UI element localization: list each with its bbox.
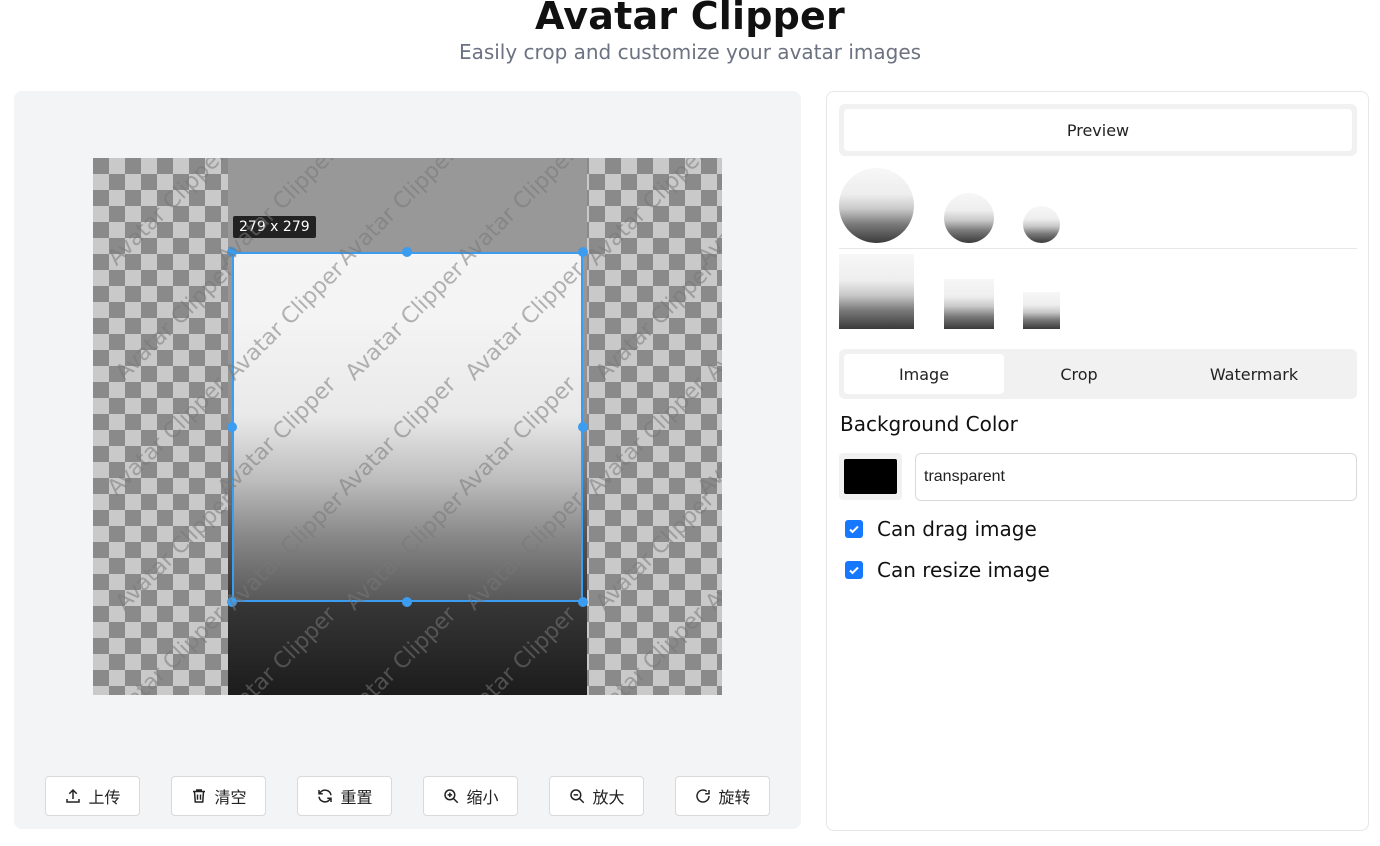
crop-handle-w[interactable] xyxy=(227,422,237,432)
tab-crop[interactable]: Crop xyxy=(1009,354,1149,394)
upload-icon xyxy=(66,788,81,803)
crop-handle-se[interactable] xyxy=(578,597,588,607)
crop-box-image xyxy=(234,254,581,600)
settings-panel: Preview Image Crop Watermark Background … xyxy=(826,91,1369,831)
upload-button[interactable]: 上传 xyxy=(45,776,140,816)
clear-button-label: 清空 xyxy=(214,788,247,807)
zoom-out-button[interactable]: 放大 xyxy=(549,776,644,816)
zoom-in-icon xyxy=(444,789,459,804)
zoom-in-button[interactable]: 缩小 xyxy=(423,776,518,816)
watermark-text: Avatar Clipper xyxy=(583,602,712,695)
preview-circle-medium xyxy=(944,193,994,243)
crop-size-label: 279 x 279 xyxy=(233,216,316,238)
crop-handle-ne[interactable] xyxy=(578,247,588,257)
crop-handle-sw[interactable] xyxy=(227,597,237,607)
tab-image[interactable]: Image xyxy=(844,354,1004,394)
upload-button-label: 上传 xyxy=(88,788,121,807)
reset-button[interactable]: 重置 xyxy=(297,776,392,816)
watermark-text: Avatar Clipper xyxy=(103,158,232,271)
tab-preview[interactable]: Preview xyxy=(844,109,1352,151)
watermark-text: Avatar Clipper xyxy=(111,257,240,386)
watermark-text: Avatar Clipper xyxy=(701,487,722,616)
preview-square-large xyxy=(839,254,914,329)
rotate-icon xyxy=(696,789,711,803)
preview-square-medium xyxy=(944,279,994,329)
preview-divider xyxy=(839,248,1357,249)
reset-button-label: 重置 xyxy=(340,788,373,807)
preview-tabbar: Preview xyxy=(839,104,1357,156)
watermark-text: Avatar Clipper xyxy=(583,372,712,501)
page-title: Avatar Clipper xyxy=(535,0,845,38)
zoom-in-button-label: 缩小 xyxy=(466,788,499,807)
rotate-button-label: 旋转 xyxy=(718,788,751,807)
watermark-text: Avatar Clipper xyxy=(701,257,722,386)
color-swatch xyxy=(844,459,897,494)
editor-toolbar: 上传 清空 重置 缩小 放大 旋转 xyxy=(45,776,771,816)
can-resize-checkbox-row[interactable]: Can resize image xyxy=(845,558,1050,582)
refresh-icon xyxy=(318,789,333,803)
crop-canvas[interactable]: 279 x 279 Avatar Clipper Avatar Clipper Av… xyxy=(93,158,722,695)
watermark-text: Avatar Clipper xyxy=(111,487,240,616)
watermark-text: Avatar Clipper xyxy=(693,602,722,695)
watermark-text: Avatar Clipper xyxy=(591,487,720,616)
watermark-text: Avatar Clipper xyxy=(583,158,712,271)
settings-tabbar: Image Crop Watermark xyxy=(839,349,1357,399)
editor-panel: 279 x 279 Avatar Clipper Avatar Clipper Av… xyxy=(14,91,801,829)
color-picker[interactable] xyxy=(839,453,902,500)
background-color-input[interactable] xyxy=(915,453,1357,501)
checkmark-icon xyxy=(849,566,859,575)
can-drag-label: Can drag image xyxy=(877,517,1037,541)
checkmark-icon xyxy=(849,525,859,534)
can-drag-checkbox[interactable] xyxy=(845,520,863,538)
zoom-out-icon xyxy=(570,789,585,804)
clear-button[interactable]: 清空 xyxy=(171,776,266,816)
watermark-text: Avatar Clipper xyxy=(591,257,720,386)
watermark-text: Avatar Clipper xyxy=(693,158,722,271)
preview-circle-large xyxy=(839,168,914,243)
preview-circle-small xyxy=(1023,206,1060,243)
can-resize-label: Can resize image xyxy=(877,558,1050,582)
rotate-button[interactable]: 旋转 xyxy=(675,776,770,816)
page-subtitle: Easily crop and customize your avatar im… xyxy=(458,40,922,64)
crop-handle-n[interactable] xyxy=(402,247,412,257)
tab-watermark[interactable]: Watermark xyxy=(1169,354,1339,394)
crop-handle-s[interactable] xyxy=(402,597,412,607)
watermark-text: Avatar Clipper xyxy=(103,372,232,501)
watermark-text: Avatar Clipper xyxy=(693,372,722,501)
watermark-text: Avatar Clipper xyxy=(103,602,232,695)
crop-handle-nw[interactable] xyxy=(227,247,237,257)
crop-box[interactable] xyxy=(232,252,583,602)
crop-handle-e[interactable] xyxy=(578,422,588,432)
can-resize-checkbox[interactable] xyxy=(845,561,863,579)
can-drag-checkbox-row[interactable]: Can drag image xyxy=(845,517,1037,541)
preview-square-small xyxy=(1023,292,1060,329)
zoom-out-button-label: 放大 xyxy=(592,788,625,807)
background-color-label: Background Color xyxy=(840,412,1018,436)
trash-icon xyxy=(193,789,206,803)
